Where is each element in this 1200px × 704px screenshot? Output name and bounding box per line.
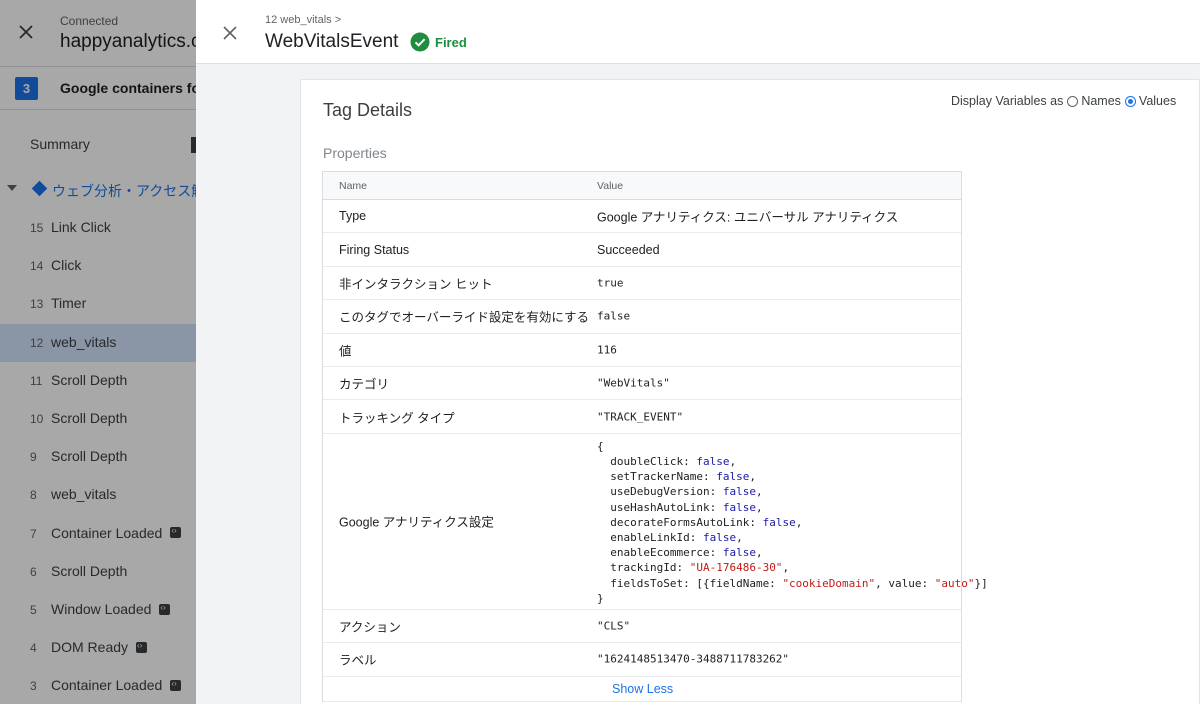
page-title: WebVitalsEvent (265, 31, 399, 52)
code-line: useHashAutoLink: false, (597, 500, 763, 514)
property-value: Succeeded (597, 242, 660, 257)
column-header-value: Value (597, 180, 624, 192)
radio-names-label[interactable]: Names (1081, 94, 1121, 108)
table-row: 非インタラクション ヒット true (323, 267, 961, 301)
property-name: カテゴリ (339, 377, 390, 392)
code-line: decorateFormsAutoLink: false, (597, 515, 803, 529)
check-circle-icon (410, 32, 430, 52)
tag-detail-panel: 12 web_vitals > WebVitalsEvent Fired Tag… (196, 0, 1200, 704)
panel-header: 12 web_vitals > WebVitalsEvent Fired (196, 0, 1200, 64)
table-row: Type Google アナリティクス: ユニバーサル アナリティクス (323, 200, 961, 234)
display-variables-toggle: Display Variables as Names Values (951, 94, 1176, 108)
property-name: ラベル (339, 653, 377, 668)
code-line: enableEcommerce: false, (597, 546, 763, 560)
properties-table: Name Value Type Google アナリティクス: ユニバーサル ア… (322, 171, 988, 702)
table-row: カテゴリ "WebVitals" (323, 367, 961, 401)
radio-values-label[interactable]: Values (1139, 94, 1176, 108)
property-value-code: { doubleClick: false, setTrackerName: fa… (597, 439, 988, 606)
property-value: 116 (597, 343, 617, 357)
status-badge: Fired (410, 32, 467, 52)
status-label: Fired (435, 34, 467, 50)
code-line: doubleClick: false, (597, 454, 737, 468)
code-line: fieldsToSet: [{fieldName: "cookieDomain"… (597, 576, 988, 590)
code-line: } (597, 591, 604, 605)
table-row: Firing Status Succeeded (323, 233, 961, 267)
show-less-row: Show Less (323, 677, 961, 702)
property-name: アクション (339, 620, 401, 635)
table-row: Google アナリティクス設定 { doubleClick: false, s… (323, 434, 988, 610)
radio-values[interactable] (1124, 95, 1136, 107)
close-icon[interactable] (220, 23, 240, 43)
show-less-link[interactable]: Show Less (612, 682, 673, 696)
table-row: 値 116 (323, 334, 961, 367)
code-line: enableLinkId: false, (597, 530, 743, 544)
property-value: "TRACK_EVENT" (597, 410, 684, 424)
property-name: Type (339, 209, 367, 224)
property-name: 値 (339, 344, 352, 359)
code-line: trackingId: "UA-176486-30", (597, 561, 790, 575)
property-name: Google アナリティクス設定 (339, 515, 494, 530)
table-row: ラベル "1624148513470-3488711783262" (323, 643, 961, 677)
breadcrumb[interactable]: 12 web_vitals > (265, 14, 341, 26)
property-value: "WebVitals" (597, 376, 670, 390)
code-line: useDebugVersion: false, (597, 485, 763, 499)
property-value: Google アナリティクス: ユニバーサル アナリティクス (597, 210, 899, 225)
property-name: 非インタラクション ヒット (339, 277, 493, 292)
radio-names[interactable] (1067, 95, 1079, 107)
column-header-name: Name (339, 180, 368, 192)
property-name: トラッキング タイプ (339, 411, 455, 426)
property-value: false (597, 309, 631, 323)
properties-heading: Properties (323, 145, 387, 161)
table-row: このタグでオーバーライド設定を有効にする false (323, 300, 961, 334)
display-variables-label: Display Variables as (951, 94, 1064, 108)
modal-scrim[interactable] (0, 0, 197, 704)
table-row: アクション "CLS" (323, 610, 961, 644)
property-name: このタグでオーバーライド設定を有効にする (339, 310, 590, 325)
code-line: { (597, 439, 604, 453)
table-row: トラッキング タイプ "TRACK_EVENT" (323, 400, 961, 434)
property-name: Firing Status (339, 242, 410, 257)
property-value: true (597, 276, 624, 290)
property-value: "1624148513470-3488711783262" (597, 652, 790, 666)
tag-details-card: Tag Details Display Variables as Names V… (300, 79, 1200, 704)
code-line: setTrackerName: false, (597, 470, 756, 484)
table-header: Name Value (323, 172, 961, 200)
card-title: Tag Details (323, 100, 413, 120)
property-value: "CLS" (597, 619, 631, 633)
